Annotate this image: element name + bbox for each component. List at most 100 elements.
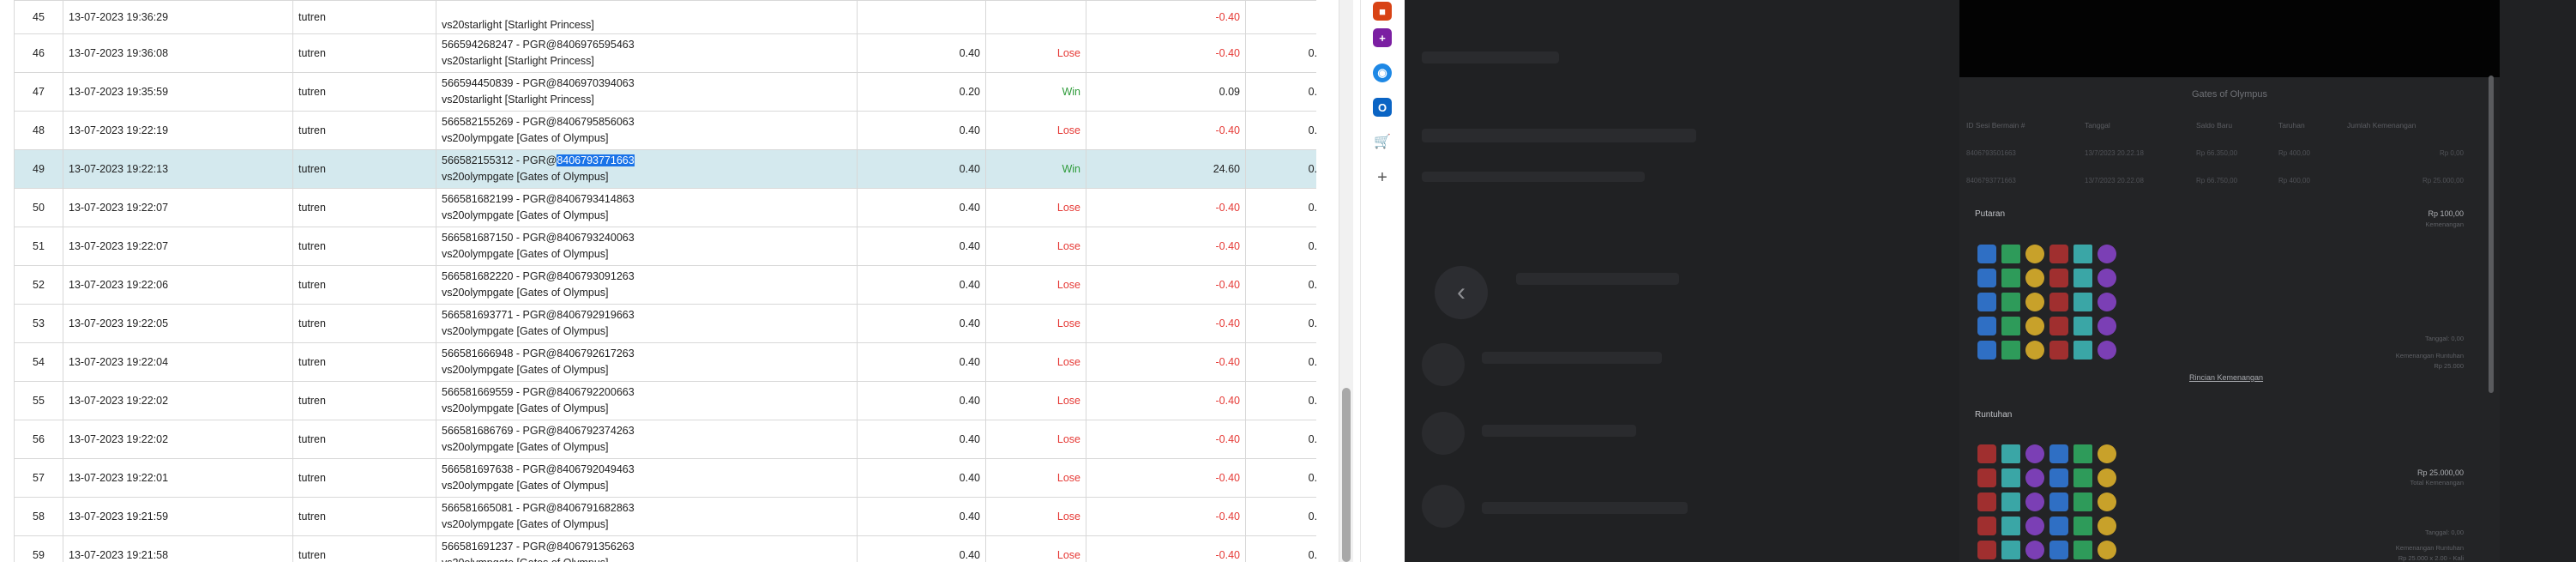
add-icon[interactable]: + [1373,168,1392,187]
game-name: vs20olympgate [Gates of Olympus] [442,364,609,376]
blurred-avatar [1422,343,1465,386]
game-detail: 566581697638 - PGR@8406792049463 vs20olym… [436,458,858,498]
table-row[interactable]: 59 13-07-2023 19:21:58 tutren 566581691237 … [14,535,1316,562]
game-name: vs20olympgate [Gates of Olympus] [442,171,609,183]
table-row[interactable]: 55 13-07-2023 19:22:02 tutren 566581669559 … [14,381,1316,420]
win-amount: -0.40 [1086,535,1246,562]
game-round-id: 566581669559 - PGR@8406792200663 [442,386,635,398]
table-row[interactable]: 47 13-07-2023 19:35:59 tutren 566594450839 … [14,72,1316,112]
blurred-text [1422,129,1696,142]
row-number: 57 [14,458,63,498]
reel-symbol [2049,517,2068,535]
reel-symbol [2025,317,2044,335]
bet-history-table-pane: 45 13-07-2023 19:36:29 tutren vs20starlight… [0,0,1316,562]
win-amount: 0.09 [1086,72,1246,112]
table-row[interactable]: 53 13-07-2023 19:22:05 tutren 566581693771 … [14,304,1316,343]
game-detail: 566581682199 - PGR@8406793414863 vs20olym… [436,188,858,227]
gift-icon[interactable]: ■ [1373,2,1392,21]
table-row[interactable]: 45 13-07-2023 19:36:29 tutren vs20starlight… [14,0,1316,34]
jackpot-amount: 0.00 [1245,381,1316,420]
reel-symbol [1977,541,1996,559]
reel-symbol [1977,317,1996,335]
win-amount: -0.40 [1086,111,1246,150]
win-amount: -0.40 [1086,227,1246,266]
game-name: vs20olympgate [Gates of Olympus] [442,325,609,337]
session-id[interactable]: 8406793771663 [1966,177,2016,184]
copilot-icon[interactable]: ◉ [1373,63,1392,82]
table-row[interactable]: 52 13-07-2023 19:22:06 tutren 566581682220 … [14,265,1316,305]
table-row[interactable]: 56 13-07-2023 19:22:02 tutren 566581686769 … [14,420,1316,459]
win-detail-link[interactable]: Rincian Kemenangan [2189,373,2263,382]
table-row[interactable]: 48 13-07-2023 19:22:19 tutren 566582155269 … [14,111,1316,150]
reel-symbol [2049,269,2068,287]
reel-symbol [2098,293,2116,311]
session-win: Rp 25.000,00 [2422,177,2464,184]
selected-round-id[interactable]: 8406793771663 [557,154,635,166]
reel-symbol [2098,493,2116,511]
row-number: 55 [14,381,63,420]
person-add-icon[interactable]: + [1373,28,1392,47]
reel-symbol [2073,541,2092,559]
jackpot-amount: 0.00 [1245,497,1316,536]
col-header-session: ID Sesi Bermain # [1966,121,2025,130]
win-amount: -0.40 [1086,381,1246,420]
tumble-small-1: Tanggal: 0,00 [2424,529,2464,536]
table-scrollbar[interactable] [1339,0,1353,562]
reel-symbol [1977,444,1996,463]
table-row[interactable]: 49 13-07-2023 19:22:13 tutren 566582155312 … [14,149,1316,189]
game-name: vs20olympgate [Gates of Olympus] [442,248,609,260]
game-round-id: 566581682199 - PGR@8406793414863 [442,193,635,205]
game-detail: 566581669559 - PGR@8406792200663 vs20olym… [436,381,858,420]
table-row[interactable]: 58 13-07-2023 19:21:59 tutren 566581665081 … [14,497,1316,536]
bet-date: 13-07-2023 19:22:07 [63,188,293,227]
reel-symbol [2049,541,2068,559]
bet-history-table: 45 13-07-2023 19:36:29 tutren vs20starlight… [14,0,1316,562]
panel-scrollbar[interactable] [2489,76,2494,393]
row-number: 56 [14,420,63,459]
game-detail: 566581665081 - PGR@8406791682863 vs20olym… [436,497,858,536]
table-row[interactable]: 50 13-07-2023 19:22:07 tutren 566581682199 … [14,188,1316,227]
reel-symbol [2073,269,2092,287]
reel-symbol [2049,245,2068,263]
username: tutren [292,188,436,227]
game-detail: 566582155312 - PGR@8406793771663 vs20olym… [436,149,858,189]
bet-result: Lose [985,227,1086,266]
jackpot-amount: 0.00 [1245,111,1316,150]
bet-date: 13-07-2023 19:36:29 [63,0,293,34]
bet-result: Win [985,149,1086,189]
back-arrow-button[interactable]: ‹ [1435,266,1488,319]
spin-amount: Rp 100,00 [2428,209,2464,218]
session-id[interactable]: 8406793501663 [1966,149,2016,157]
shopping-cart-icon[interactable]: 🛒 [1373,132,1392,151]
scrollbar-thumb[interactable] [1342,388,1351,562]
bet-amount: 0.40 [857,227,986,266]
username: tutren [292,497,436,536]
browser-sidebar: ■ + ◉ O 🛒 + [1360,0,1404,562]
reel-symbol [2001,468,2020,487]
outlook-icon[interactable]: O [1373,98,1392,117]
reel-symbol [2049,493,2068,511]
username: tutren [292,304,436,343]
bet-amount: 0.40 [857,342,986,382]
reel-symbol [2098,341,2116,360]
row-number: 51 [14,227,63,266]
bet-date: 13-07-2023 19:22:04 [63,342,293,382]
win-amount: -0.40 [1086,342,1246,382]
reel-symbol [2049,317,2068,335]
reel-symbol [2049,293,2068,311]
reel-symbol [2025,517,2044,535]
table-row[interactable]: 46 13-07-2023 19:36:08 tutren 566594268247 … [14,33,1316,73]
tumble-small-2: Kemenangan Runtuhan [2395,544,2464,552]
game-name: vs20olympgate [Gates of Olympus] [442,518,609,530]
reel-symbol [1977,517,1996,535]
blurred-text [1422,172,1645,182]
table-row[interactable]: 51 13-07-2023 19:22:07 tutren 566581687150 … [14,227,1316,266]
table-row[interactable]: 54 13-07-2023 19:22:04 tutren 566581666948 … [14,342,1316,382]
win-amount: -0.40 [1086,304,1246,343]
username: tutren [292,227,436,266]
row-number: 59 [14,535,63,562]
table-row[interactable]: 57 13-07-2023 19:22:01 tutren 566581697638 … [14,458,1316,498]
game-name: vs20starlight [Starlight Princess] [442,19,594,31]
bet-result: Lose [985,304,1086,343]
reel-symbol [2073,493,2092,511]
